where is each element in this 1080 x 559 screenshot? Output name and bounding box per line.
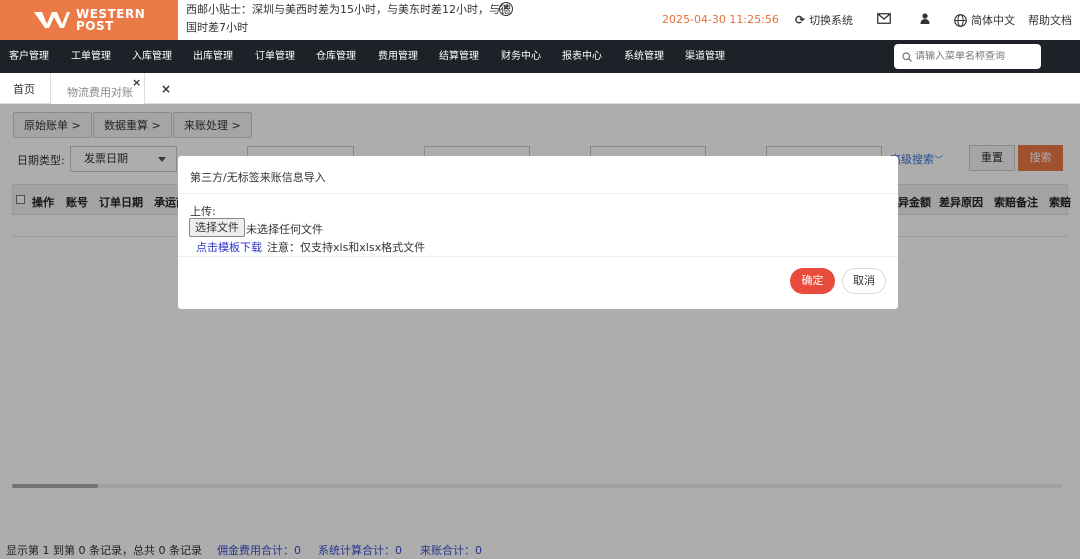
current-datetime: 2025-04-30 11:25:56 <box>662 13 779 26</box>
nav-item-warehouse[interactable]: 仓库管理 <box>316 40 356 73</box>
menu-search-input[interactable] <box>915 51 1035 62</box>
user-button[interactable] <box>920 13 930 24</box>
template-download-link[interactable]: 点击模板下载 <box>196 239 262 255</box>
nav-item-system[interactable]: 系统管理 <box>624 40 664 73</box>
tip-close-icon[interactable]: × <box>499 2 513 16</box>
nav-item-outbound[interactable]: 出库管理 <box>193 40 233 73</box>
nav-item-fee[interactable]: 费用管理 <box>378 40 418 73</box>
switch-system-button[interactable]: ⟳ 切换系统 <box>795 12 853 28</box>
nav-item-channel[interactable]: 渠道管理 <box>685 40 725 73</box>
tip-text: 西邮小贴士：深圳与美西时差为15小时，与美东时差12小时，与德国时差7小时 <box>186 3 511 34</box>
cancel-button[interactable]: 取消 <box>842 268 886 294</box>
logo-icon <box>34 12 70 28</box>
nav-item-settlement[interactable]: 结算管理 <box>439 40 479 73</box>
logo[interactable]: WESTERN POST <box>0 0 178 40</box>
nav-item-finance[interactable]: 财务中心 <box>501 40 541 73</box>
refresh-icon: ⟳ <box>795 13 806 27</box>
format-note: 注意：仅支持xls和xlsx格式文件 <box>267 241 426 254</box>
nav-item-report[interactable]: 报表中心 <box>562 40 602 73</box>
mail-button[interactable] <box>877 13 891 24</box>
choose-file-button[interactable]: 选择文件 <box>189 218 245 237</box>
tab-active-label: 物流费用对账 <box>67 86 133 99</box>
globe-icon <box>954 13 967 27</box>
close-all-tabs-icon[interactable]: × <box>161 82 171 96</box>
dialog-title: 第三方/无标签来账信息导入 <box>190 171 326 184</box>
user-icon <box>920 13 930 24</box>
tab-active[interactable]: 物流费用对账 × <box>50 73 145 104</box>
nav-item-ticket[interactable]: 工单管理 <box>71 40 111 73</box>
menu-search[interactable] <box>894 44 1041 69</box>
nav-item-inbound[interactable]: 入库管理 <box>132 40 172 73</box>
mail-icon <box>877 13 891 24</box>
confirm-button[interactable]: 确定 <box>790 268 835 294</box>
divider <box>178 256 898 257</box>
top-header: WESTERN POST 西邮小贴士：深圳与美西时差为15小时，与美东时差12小… <box>0 0 1080 40</box>
tab-home[interactable]: 首页 <box>13 73 35 104</box>
language-button[interactable]: 简体中文 <box>954 12 1015 28</box>
import-dialog: 第三方/无标签来账信息导入 上传: 选择文件 未选择任何文件 点击模板下载 注意… <box>178 156 898 309</box>
search-icon <box>902 51 912 62</box>
main-nav: 客户管理 工单管理 入库管理 出库管理 订单管理 仓库管理 费用管理 结算管理 … <box>0 40 1080 73</box>
upload-label: 上传: <box>190 205 216 218</box>
page-tabs: 首页 物流费用对账 × × <box>0 73 1080 104</box>
divider <box>178 193 898 194</box>
nav-item-customer[interactable]: 客户管理 <box>9 40 49 73</box>
nav-item-order[interactable]: 订单管理 <box>255 40 295 73</box>
file-status: 未选择任何文件 <box>246 223 323 236</box>
tab-close-icon[interactable]: × <box>132 76 141 89</box>
logo-text: WESTERN POST <box>76 7 146 33</box>
help-docs-link[interactable]: 帮助文档 <box>1028 12 1072 28</box>
